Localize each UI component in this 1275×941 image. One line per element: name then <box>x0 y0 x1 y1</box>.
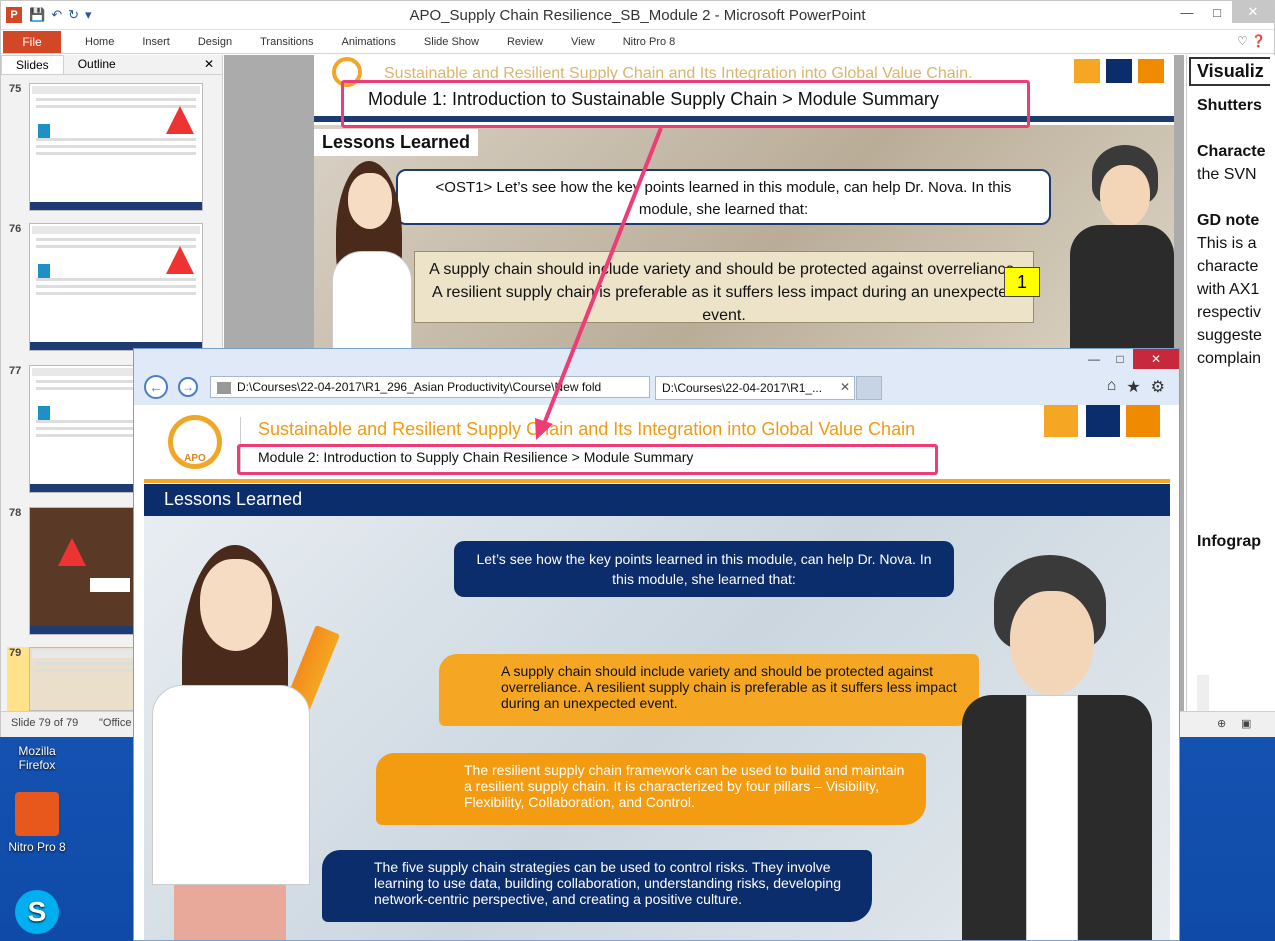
theme-name: "Office <box>99 717 132 729</box>
tab-insert[interactable]: Insert <box>128 36 184 48</box>
slide-count: Slide 79 of 79 <box>11 717 79 729</box>
slide-speech-bubble[interactable]: <OST1> Let’s see how the key points lear… <box>396 169 1051 225</box>
slide-number: 76 <box>9 223 22 235</box>
tab-nitro[interactable]: Nitro Pro 8 <box>609 36 690 48</box>
notes-line: the SVN <box>1197 166 1257 183</box>
back-button[interactable]: ← <box>144 375 168 399</box>
course-content: APO Sustainable and Resilient Supply Cha… <box>144 405 1170 940</box>
tab-close-icon[interactable]: ✕ <box>840 380 850 394</box>
pane-tabs: Slides Outline ✕ <box>1 55 222 75</box>
thumbnail-image <box>29 223 203 351</box>
notes-line: Shutters <box>1197 97 1262 114</box>
minimize-button[interactable]: — <box>1172 1 1202 23</box>
tab-design[interactable]: Design <box>184 36 246 48</box>
notes-title: Visualiz <box>1189 57 1270 86</box>
slide-lessons-learned[interactable]: Lessons Learned <box>314 129 479 156</box>
forward-button[interactable]: → <box>178 377 198 397</box>
help-icon[interactable]: ♡ ❓ <box>1237 34 1266 48</box>
lesson-point-2: The resilient supply chain framework can… <box>376 753 926 825</box>
square-navy <box>1106 59 1132 83</box>
page-icon <box>217 381 231 394</box>
course-title: Sustainable and Resilient Supply Chain a… <box>258 419 916 439</box>
tab-animations[interactable]: Animations <box>328 36 410 48</box>
desktop-icon-firefox[interactable]: Mozilla Firefox <box>6 744 68 772</box>
slide-thumbnail[interactable]: 75 <box>7 83 217 213</box>
zoom-in-icon[interactable]: ⊕ <box>1217 717 1226 730</box>
browser-icons: ⌂ ★ ⚙ <box>1107 377 1165 397</box>
tab-outline[interactable]: Outline <box>64 55 130 74</box>
address-bar[interactable]: D:\Courses\22-04-2017\R1_296_Asian Produ… <box>210 376 650 398</box>
slide-number: 79 <box>9 647 22 659</box>
slide-number: 78 <box>9 507 22 519</box>
callout-box-browser <box>237 444 938 475</box>
favorites-star-icon[interactable]: ★ <box>1126 377 1140 397</box>
square-orange <box>1074 59 1100 83</box>
file-tab[interactable]: File <box>3 30 61 53</box>
notes-scrollbar[interactable] <box>1197 675 1209 711</box>
close-pane-icon[interactable]: ✕ <box>196 55 222 74</box>
desktop-icon-skype[interactable]: S <box>6 890 68 938</box>
browser-window-controls: — □ ✕ <box>1081 349 1179 369</box>
tab-home[interactable]: Home <box>71 36 128 48</box>
home-icon[interactable]: ⌂ <box>1107 377 1117 397</box>
notes-line: characte <box>1197 258 1259 275</box>
tab-transitions[interactable]: Transitions <box>246 36 327 48</box>
nitro-icon <box>15 792 59 836</box>
slide-number-badge[interactable]: 1 <box>1004 267 1040 297</box>
desktop-icon-nitro[interactable]: Nitro Pro 8 <box>6 792 68 854</box>
speech-bubble: Let’s see how the key points learned in … <box>454 541 954 597</box>
slide-number: 77 <box>9 365 22 377</box>
callout-box-slide <box>341 80 1030 128</box>
browser-tab[interactable]: D:\Courses\22-04-2017\R1_... ✕ <box>655 376 855 400</box>
notes-line: respectiv <box>1197 304 1262 321</box>
window-title: APO_Supply Chain Resilience_SB_Module 2 … <box>409 7 866 24</box>
browser-close-button[interactable]: ✕ <box>1133 349 1179 369</box>
square-orange-dark <box>1126 405 1160 437</box>
tab-label: D:\Courses\22-04-2017\R1_... <box>662 381 823 395</box>
address-text: D:\Courses\22-04-2017\R1_296_Asian Produ… <box>237 380 602 394</box>
ribbon-tabs: File Home Insert Design Transitions Anim… <box>1 30 1274 54</box>
notes-line: with AX1 <box>1197 281 1260 298</box>
apo-logo: APO <box>168 415 222 469</box>
lessons-learned-bar: Lessons Learned <box>144 484 1170 516</box>
maximize-button[interactable]: □ <box>1202 1 1232 23</box>
tab-view[interactable]: View <box>557 36 609 48</box>
notes-line: Characte <box>1197 143 1266 160</box>
title-bar: P 💾 ↶ ↻ ▾ APO_Supply Chain Resilience_SB… <box>1 1 1274 30</box>
slide-point-1[interactable]: A supply chain should include variety an… <box>414 251 1034 324</box>
notes-line: complain <box>1197 350 1262 367</box>
fit-slide-icon[interactable]: ▣ <box>1241 717 1251 730</box>
notes-pane: Visualiz Shutters Characte the SVN GD no… <box>1186 55 1275 711</box>
close-button[interactable]: ✕ <box>1232 1 1274 23</box>
notes-line: suggeste <box>1197 327 1262 344</box>
browser-window: — □ ✕ ← → D:\Courses\22-04-2017\R1_296_A… <box>133 348 1180 941</box>
slide-number: 75 <box>9 83 22 95</box>
thumbnail-image <box>29 83 203 211</box>
window-controls: — □ ✕ <box>1172 1 1274 23</box>
square-orange-dark <box>1138 59 1164 83</box>
tab-review[interactable]: Review <box>493 36 557 48</box>
firefox-label: Mozilla Firefox <box>18 744 56 772</box>
lesson-point-1: A supply chain should include variety an… <box>439 654 979 726</box>
notes-line: Infograp <box>1197 533 1261 550</box>
lesson-point-3: The five supply chain strategies can be … <box>322 850 872 922</box>
settings-gear-icon[interactable]: ⚙ <box>1151 377 1165 397</box>
browser-minimize-button[interactable]: — <box>1081 349 1107 369</box>
notes-line: GD note <box>1197 212 1260 229</box>
tab-slide-show[interactable]: Slide Show <box>410 36 493 48</box>
tab-slides[interactable]: Slides <box>1 55 64 74</box>
orange-rule <box>144 479 1170 483</box>
nitro-label: Nitro Pro 8 <box>8 840 66 854</box>
skype-icon: S <box>15 890 59 934</box>
square-navy <box>1086 405 1120 437</box>
square-orange <box>1044 405 1078 437</box>
browser-maximize-button[interactable]: □ <box>1107 349 1133 369</box>
notes-line: This is a <box>1197 235 1257 252</box>
browser-toolbar: — □ ✕ ← → D:\Courses\22-04-2017\R1_296_A… <box>134 349 1179 405</box>
new-tab-button[interactable] <box>856 376 882 400</box>
slide-thumbnail[interactable]: 76 <box>7 223 217 353</box>
